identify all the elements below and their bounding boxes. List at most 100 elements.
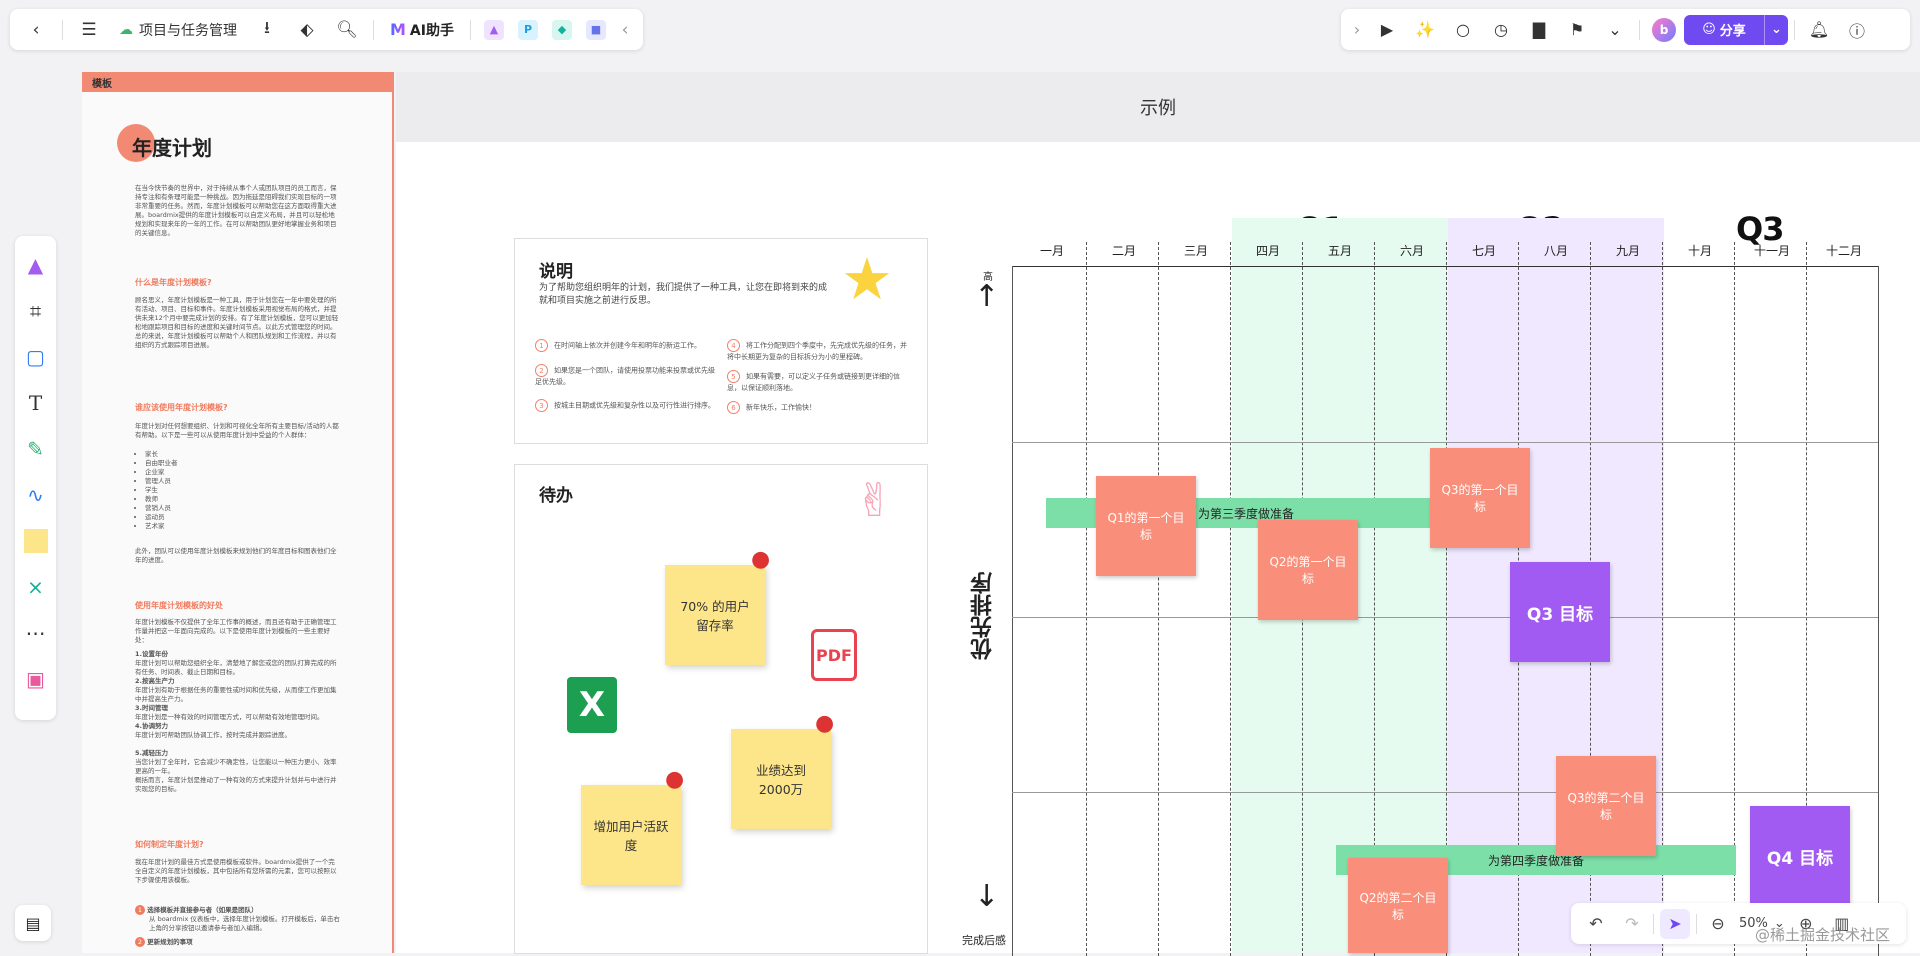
instruction-list-right: 4 将工作分配到四个季度中，先完成优先级的任务，并将中长期更为复杂的目标拆分为小的… bbox=[727, 339, 907, 414]
redo-icon[interactable]: ↷ bbox=[1617, 909, 1647, 939]
description-title: 说明 bbox=[539, 262, 573, 282]
undo-icon[interactable]: ↶ bbox=[1581, 909, 1611, 939]
month-label: 七月 bbox=[1471, 244, 1496, 258]
timer-icon[interactable]: ◷ bbox=[1483, 15, 1519, 45]
template-title: 年度计划 bbox=[132, 136, 212, 160]
ppt-app-icon[interactable]: P bbox=[517, 19, 538, 40]
more-icon[interactable]: ⋯ bbox=[19, 610, 53, 656]
benefit-desc: 年度计划可以帮助您组织全年，清楚地了解您或您的团队打算完成的所有任务、时间表、截… bbox=[135, 659, 337, 676]
target-note[interactable]: Q3 目标 bbox=[1510, 562, 1610, 662]
top-left-toolbar: ‹ ☰ ☁ 项目与任务管理 ⭳ ⬖ 🔍︎ M AI助手 ▲ P ◆ ■ ‹ bbox=[10, 9, 643, 50]
instruction-item: 1 在时间轴上依次并创建今年和明年的新运工作。 bbox=[535, 339, 715, 352]
search-icon[interactable]: 🔍︎ bbox=[329, 15, 365, 45]
example-canvas[interactable]: 说明 为了帮助您组织明年的计划，我们提供了一种工具，让您在即将到来的成就和项目实… bbox=[396, 142, 1920, 956]
text-icon[interactable]: T bbox=[19, 380, 53, 426]
grid-line bbox=[1086, 242, 1087, 956]
sticky-note-icon[interactable] bbox=[19, 518, 53, 564]
todo-card[interactable]: 待办 ✌ 70% 的用户留存率 ● 业绩达到2000万 ● 增加用户活跃度 ● … bbox=[514, 464, 928, 954]
comment-icon[interactable]: ○ bbox=[1445, 15, 1481, 45]
who-text-2: 此外，团队可以使用年度计划模板来规划他们的年度目标和图表他们全年的进度。 bbox=[135, 547, 337, 564]
mindmap-icon[interactable]: ⨯ bbox=[19, 564, 53, 610]
month-label: 十月 bbox=[1687, 244, 1712, 258]
who-text: 年度计划对任何想要组织、计划和可视化全年所有主要目标/活动的人都有帮助。以下是一… bbox=[135, 422, 339, 439]
apps-icon[interactable]: ▣ bbox=[19, 656, 53, 702]
benefit-desc: 年度计划有助于根据任务的重要性或时间和优先级，从而使工作更加集中并提高生产力。 bbox=[135, 686, 337, 703]
avatar[interactable]: b bbox=[1646, 15, 1682, 45]
collapse-icon[interactable]: ‹ bbox=[615, 15, 635, 45]
y-axis-label: 优先排序 bbox=[971, 572, 996, 660]
follow-icon[interactable]: ⚑ bbox=[1559, 15, 1595, 45]
chevron-down-icon[interactable]: ⌄ bbox=[1764, 14, 1788, 45]
menu-icon[interactable]: ☰ bbox=[71, 15, 107, 45]
month-label: 三月 bbox=[1183, 244, 1208, 258]
instruction-item: 4 将工作分配到四个季度中，先完成优先级的任务，并将中长期更为复杂的目标拆分为小的… bbox=[727, 339, 907, 362]
chat-app-icon[interactable]: ■ bbox=[585, 19, 606, 40]
excel-file-icon[interactable]: X bbox=[567, 677, 617, 733]
goal-note[interactable]: Q1的第一个目标 bbox=[1096, 476, 1196, 576]
back-icon[interactable]: ‹ bbox=[18, 15, 54, 45]
heading-how: 如何制定年度计划? bbox=[135, 840, 204, 849]
pdf-file-icon[interactable]: PDF bbox=[811, 629, 857, 681]
download-icon[interactable]: ⭳ bbox=[249, 15, 285, 45]
sticky-note[interactable]: 70% 的用户留存率 bbox=[665, 565, 765, 665]
pen-icon[interactable]: ✎ bbox=[19, 426, 53, 472]
benefit-desc: 当您计划了全年时，它会减少不确定性，让您能以一种压力更小、效率更高的一年。 bbox=[135, 758, 337, 775]
heading-what: 什么是年度计划模板? bbox=[135, 278, 212, 287]
month-axis-line bbox=[1012, 266, 1878, 267]
shape-icon[interactable]: ▢ bbox=[19, 334, 53, 380]
expand-icon[interactable]: › bbox=[1347, 15, 1367, 45]
star-sticker-icon: ★ bbox=[841, 245, 893, 313]
grid-line bbox=[1158, 242, 1159, 956]
image-app-icon[interactable]: ▲ bbox=[483, 19, 504, 40]
step-item: 1 选择模板并直接参与者（如果是团队） bbox=[135, 905, 340, 915]
more-down-icon[interactable]: ⌄ bbox=[1597, 15, 1633, 45]
celebrate-icon[interactable]: ✨ bbox=[1407, 15, 1443, 45]
benefit-title: 4.协调努力 bbox=[135, 722, 168, 730]
row-line bbox=[1012, 442, 1878, 443]
description-card[interactable]: 说明 为了帮助您组织明年的计划，我们提供了一种工具，让您在即将到来的成就和项目实… bbox=[514, 238, 928, 444]
grid-line bbox=[1230, 242, 1231, 956]
doc-title[interactable]: ☁ 项目与任务管理 bbox=[111, 20, 245, 40]
goal-note[interactable]: Q3的第一个目标 bbox=[1430, 448, 1530, 548]
list-item: 自由职业者 bbox=[145, 459, 340, 468]
vote-icon[interactable]: ▇ bbox=[1521, 15, 1557, 45]
target-note[interactable]: Q4 目标 bbox=[1750, 806, 1850, 906]
arrow-up-icon: ↑ bbox=[974, 279, 1000, 314]
ai-assistant-button[interactable]: M AI助手 bbox=[382, 20, 462, 40]
goal-note[interactable]: Q2的第一个目标 bbox=[1258, 520, 1358, 620]
sticky-note[interactable]: 增加用户活跃度 bbox=[581, 785, 681, 885]
benefit-title: 2.按高生产力 bbox=[135, 677, 175, 685]
what-text: 顾名思义，年度计划模板是一种工具，用于计划您在一年中要处理的所有活动、项目、目标… bbox=[135, 296, 339, 349]
example-header: 示例 bbox=[396, 72, 1920, 142]
left-toolbar: ▲ ⌗ ▢ T ✎ ∿ ⨯ ⋯ ▣ bbox=[15, 236, 56, 720]
connector-icon[interactable]: ∿ bbox=[19, 472, 53, 518]
divider bbox=[1653, 913, 1654, 934]
share-button[interactable]: ☺ 分享 ⌄ bbox=[1684, 14, 1788, 45]
grid-right-line bbox=[1878, 266, 1879, 956]
frame-icon[interactable]: ⌗ bbox=[19, 288, 53, 334]
tag-icon[interactable]: ⬖ bbox=[289, 15, 325, 45]
help-icon[interactable]: ⓘ bbox=[1839, 15, 1875, 45]
step-title: 选择模板并直接参与者（如果是团队） bbox=[147, 906, 258, 914]
layers-icon[interactable]: ▤ bbox=[15, 905, 51, 941]
step-title: 更新规划的事项 bbox=[147, 938, 193, 946]
benefit-title: 3.时间管理 bbox=[135, 704, 168, 712]
step-item: 2 更新规划的事项 bbox=[135, 937, 340, 947]
pin-icon: ● bbox=[665, 767, 685, 792]
sticky-note[interactable]: 业绩达到2000万 bbox=[731, 729, 831, 829]
templates-icon[interactable]: ▲ bbox=[19, 242, 53, 288]
top-right-toolbar: › ▶ ✨ ○ ◷ ▇ ⚑ ⌄ b ☺ 分享 ⌄ 🔔︎ ⓘ bbox=[1341, 9, 1910, 50]
y-axis-bottom-label: 完成后感 bbox=[962, 934, 1006, 947]
mindmap-app-icon[interactable]: ◆ bbox=[551, 19, 572, 40]
present-icon[interactable]: ▶ bbox=[1369, 15, 1405, 45]
month-label: 五月 bbox=[1327, 244, 1352, 258]
select-pointer-icon[interactable]: ➤ bbox=[1660, 908, 1690, 939]
heading-benefit: 使用年度计划模板的好处 bbox=[135, 601, 223, 610]
zoom-out-icon[interactable]: ⊖ bbox=[1703, 909, 1733, 939]
notification-icon[interactable]: 🔔︎ bbox=[1801, 15, 1837, 45]
benefit-text: 年度计划模板不仅提供了全年工作事的概述，而且还有助于正确管理工作量并把这一年面向… bbox=[135, 618, 337, 644]
goal-note[interactable]: Q3的第二个目标 bbox=[1556, 756, 1656, 856]
todo-title: 待办 bbox=[539, 486, 573, 506]
heading-who: 谁应该使用年度计划模板? bbox=[135, 403, 228, 412]
goal-note[interactable]: Q2的第二个目标 bbox=[1348, 858, 1448, 953]
